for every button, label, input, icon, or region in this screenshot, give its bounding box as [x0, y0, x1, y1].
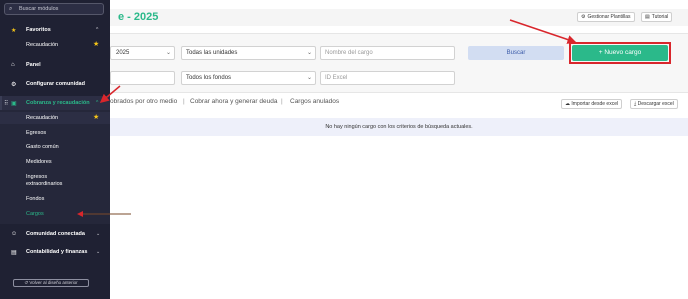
gear-icon: ⚙ — [581, 14, 586, 20]
book-icon: ▤ — [645, 14, 650, 20]
sidebar-sub-fondos[interactable]: Fondos — [26, 196, 44, 202]
year-select[interactable]: 2025 ⌄ — [110, 46, 175, 60]
search-icon: ⌕ — [9, 6, 13, 12]
chevron-up-icon: ^ — [96, 100, 99, 106]
empty-table-message: No hay ningún cargo con los criterios de… — [110, 118, 688, 136]
tab-separator: | — [281, 98, 283, 105]
star-icon[interactable]: ★ — [93, 113, 99, 121]
page-title: e - 2025 — [118, 11, 159, 23]
module-search-input[interactable]: ⌕ Buscar módulos — [4, 3, 104, 15]
chevron-down-icon: ⌄ — [96, 249, 101, 255]
chart-icon: ▤ — [11, 250, 17, 256]
chevron-down-icon: ⌄ — [306, 75, 312, 81]
tab-separator: | — [183, 98, 185, 105]
back-icon: ↺ — [24, 280, 29, 285]
sidebar-fav-recaudacion[interactable]: Recaudación — [26, 42, 58, 48]
sidebar: ⌕ Buscar módulos ★ Favoritos ^ Recaudació… — [0, 0, 110, 299]
units-select[interactable]: Todas las unidades ⌄ — [181, 46, 316, 60]
grid-icon: ⠿ — [4, 101, 9, 107]
sidebar-sub-medidores[interactable]: Medidores — [26, 159, 52, 165]
volver-diseno-button[interactable]: ↺ Volver al diseño anterior — [13, 279, 89, 287]
chevron-down-icon: ⌄ — [165, 50, 171, 56]
nuevo-cargo-button[interactable]: + Nuevo cargo — [572, 45, 668, 61]
upload-icon: ☁ — [565, 101, 570, 107]
import-excel-button[interactable]: ☁ Importar desde excel — [561, 99, 623, 109]
star-icon[interactable]: ★ — [93, 40, 99, 48]
tab-cobrar-ahora[interactable]: Cobrar ahora y generar deuda — [190, 98, 277, 105]
sidebar-sub-cargos[interactable]: Cargos — [26, 211, 44, 217]
chat-icon: ☺ — [11, 231, 18, 237]
funds-select[interactable]: Todos los fondos ⌄ — [181, 71, 316, 85]
chevron-down-icon: ⌄ — [306, 50, 312, 56]
star-icon: ★ — [11, 28, 17, 34]
buscar-button[interactable]: Buscar — [468, 46, 564, 60]
chevron-up-icon: ^ — [96, 27, 99, 33]
tab-cobrados-otro-medio[interactable]: obrados por otro medio — [110, 98, 177, 105]
cargo-name-input[interactable]: Nombre del cargo — [320, 46, 455, 60]
sidebar-sub-ingresos-line2[interactable]: extraordinarios — [26, 181, 62, 187]
sidebar-sub-ingresos[interactable]: Ingresos — [26, 174, 47, 180]
main-content: e - 2025 ⚙ Gestionar Plantillas ▤ Tutorial… — [110, 0, 688, 299]
download-icon: ⤓ — [634, 101, 637, 107]
sidebar-sub-egresos[interactable]: Egresos — [26, 130, 46, 136]
download-excel-button[interactable]: ⤓ Descargar excel — [630, 99, 678, 109]
sidebar-submenu — [0, 110, 110, 224]
gestionar-plantillas-button[interactable]: ⚙ Gestionar Plantillas — [577, 12, 635, 22]
tab-cargos-anulados[interactable]: Cargos anulados — [290, 98, 339, 105]
tutorial-button[interactable]: ▤ Tutorial — [641, 12, 673, 22]
sidebar-sub-recaudacion[interactable]: Recaudación — [26, 115, 58, 121]
home-icon: ⌂ — [11, 62, 15, 68]
chevron-down-icon: ⌄ — [96, 231, 101, 237]
secondary-filter-field[interactable] — [110, 71, 175, 85]
gear-icon: ⚙ — [11, 82, 17, 88]
sidebar-active-accent — [0, 96, 2, 110]
id-excel-input[interactable]: ID Excel — [320, 71, 455, 85]
money-icon: ▣ — [11, 101, 17, 107]
sidebar-sub-gasto-comun[interactable]: Gasto común — [26, 144, 59, 150]
